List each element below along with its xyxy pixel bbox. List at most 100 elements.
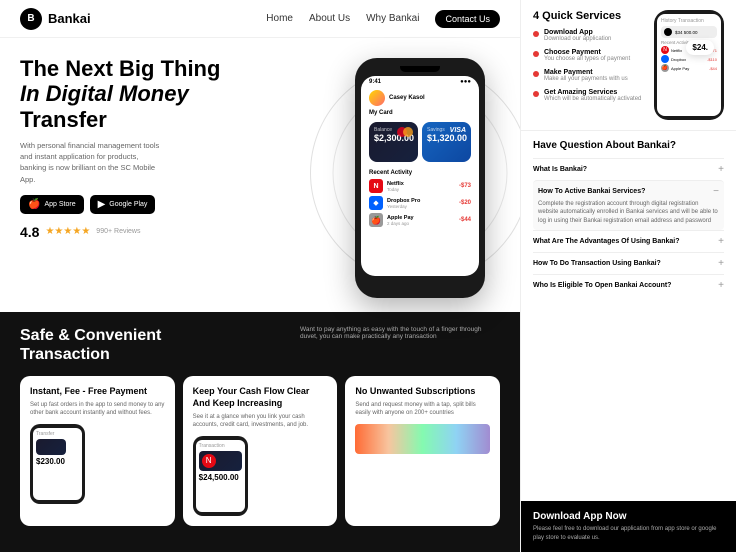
faq-5-question[interactable]: Who Is Eligible To Open Bankai Account? … [533, 280, 724, 291]
service4-desc: Which will be automatically activated [544, 96, 641, 104]
faq-2-answer: Complete the registration account throug… [538, 200, 718, 225]
service-dot-4 [533, 91, 539, 97]
feature1-title: Instant, Fee - Free Payment [30, 386, 165, 398]
amount-badge: $24. [686, 40, 714, 55]
feature2-amount: $24,500.00 [199, 473, 242, 482]
faq-5-expand-icon[interactable]: + [718, 280, 724, 291]
netflix-amount: -$73 [459, 183, 471, 189]
service2-label: Choose Payment [544, 49, 630, 56]
faq-2-collapse-icon[interactable]: − [713, 186, 719, 197]
hero-description: With personal financial management tools… [20, 140, 160, 185]
service1-desc: Download our application [544, 36, 611, 44]
hero-text: The Next Big Thing In Digital Money Tran… [20, 52, 330, 298]
feature3-desc: Send and request money with a tap, split… [355, 401, 490, 418]
service-dot-1 [533, 31, 539, 37]
feature1-amount: $230.00 [36, 457, 79, 466]
feature-card-1: Instant, Fee - Free Payment Set up fast … [20, 376, 175, 525]
faq-2-text: How To Active Bankai Services? [538, 188, 645, 195]
service1-label: Download App [544, 29, 611, 36]
service2-desc: You choose all types of payment [544, 56, 630, 64]
faq-4-text: How To Do Transaction Using Bankai? [533, 260, 661, 267]
faq-3: What Are The Advantages Of Using Bankai?… [533, 230, 724, 252]
rating-count: 990+ Reviews [96, 228, 140, 235]
download-cta: Download App Now Please feel free to dow… [521, 501, 736, 552]
rating-number: 4.8 [20, 224, 39, 240]
card-section: Balance $2,300.00 Savings $1,320.00 [361, 118, 479, 166]
nav-home[interactable]: Home [266, 13, 293, 24]
feature1-phone: Transfer $230.00 [30, 424, 85, 504]
service-dot-3 [533, 71, 539, 77]
dark-section: Safe & Convenient Transaction Want to pa… [0, 312, 520, 552]
rating-section: 4.8 ★★★★★ 990+ Reviews [20, 224, 330, 240]
feature1-screen: Transfer $230.00 [33, 428, 82, 500]
apple-amount: -$44 [459, 217, 471, 223]
netflix-icon: N [369, 179, 383, 193]
service3-label: Make Payment [544, 69, 628, 76]
faq-section: Have Question About Bankai? What Is Bank… [521, 131, 736, 501]
feature1-desc: Set up fast orders in the app to send mo… [30, 401, 165, 418]
download-cta-desc: Please feel free to download our applica… [533, 525, 724, 542]
service-dot-2 [533, 51, 539, 57]
visa-icon: VISA [450, 127, 466, 134]
faq-5-text: Who Is Eligible To Open Bankai Account? [533, 282, 671, 289]
service-4: Get Amazing Services Which will be autom… [533, 89, 646, 104]
dark-section-title: Safe & Convenient Transaction [20, 326, 161, 364]
quick-services: 4 Quick Services Download App Download o… [521, 0, 736, 131]
nav-about[interactable]: About Us [309, 13, 350, 24]
recent-activity: Recent Activity N Netflix Today -$73 [361, 166, 479, 234]
apple-store-icon: 🍎 [28, 199, 40, 210]
feature2-phone: Transaction N $24,500.00 [193, 436, 248, 516]
faq-4-question[interactable]: How To Do Transaction Using Bankai? + [533, 258, 724, 269]
faq-title: Have Question About Bankai? [533, 139, 724, 152]
service-1: Download App Download our application [533, 29, 646, 44]
dropbox-amount: -$20 [459, 200, 471, 206]
feature-card-3: No Unwanted Subscriptions Send and reque… [345, 376, 500, 525]
phone-username: Casey Kasol [389, 95, 425, 101]
service3-desc: Make all your payments with us [544, 76, 628, 84]
faq-1: What Is Bankai? + [533, 158, 724, 180]
feature2-title: Keep Your Cash Flow Clear And Keep Incre… [193, 386, 328, 409]
right-sidebar: 4 Quick Services Download App Download o… [520, 0, 736, 552]
logo-circle: B [20, 8, 42, 30]
nav-why[interactable]: Why Bankai [366, 13, 419, 24]
feature3-title: No Unwanted Subscriptions [355, 386, 490, 398]
play-store-button[interactable]: ▶ Google Play [90, 195, 156, 214]
transaction-dropbox: ◆ Dropbox Pro Yesterday -$20 [369, 196, 471, 210]
nav-links: Home About Us Why Bankai Contact Us [266, 10, 500, 28]
service-3: Make Payment Make all your payments with… [533, 69, 646, 84]
contact-button[interactable]: Contact Us [435, 10, 500, 28]
app-store-button[interactable]: 🍎 App Store [20, 195, 84, 214]
faq-1-expand-icon[interactable]: + [718, 164, 724, 175]
faq-3-text: What Are The Advantages Of Using Bankai? [533, 238, 680, 245]
main-section: B Bankai Home About Us Why Bankai Contac… [0, 0, 520, 552]
faq-3-question[interactable]: What Are The Advantages Of Using Bankai?… [533, 236, 724, 247]
phone-statusbar: 9:41 ●●● [361, 76, 479, 88]
download-cta-title: Download App Now [533, 511, 724, 522]
apple-pay-icon: 🍎 [369, 213, 383, 227]
phone-header: Casey Kasol [361, 88, 479, 108]
navbar: B Bankai Home About Us Why Bankai Contac… [0, 0, 520, 38]
faq-1-question[interactable]: What Is Bankai? + [533, 164, 724, 175]
hero-phone-mockup: 9:41 ●●● Casey Kasol My Card Balance $2,… [340, 48, 500, 298]
dark-section-desc: Want to pay anything as easy with the to… [300, 326, 500, 340]
faq-3-expand-icon[interactable]: + [718, 236, 724, 247]
store-buttons: 🍎 App Store ▶ Google Play [20, 195, 330, 214]
brand-name: Bankai [48, 11, 91, 26]
card-dark: Balance $2,300.00 [369, 122, 418, 162]
hero-title: The Next Big Thing In Digital Money Tran… [20, 56, 330, 132]
card-light: Savings $1,320.00 VISA [422, 122, 471, 162]
faq-2-question[interactable]: How To Active Bankai Services? − [538, 186, 719, 197]
star-icons: ★★★★★ [45, 226, 90, 237]
phone-screen: 9:41 ●●● Casey Kasol My Card Balance $2,… [361, 76, 479, 276]
transaction-apple: 🍎 Apple Pay 2 days ago -$44 [369, 213, 471, 227]
feature-cards: Instant, Fee - Free Payment Set up fast … [20, 376, 500, 525]
service4-label: Get Amazing Services [544, 89, 641, 96]
transaction-netflix: N Netflix Today -$73 [369, 179, 471, 193]
phone-notch [400, 66, 440, 72]
feature2-screen: Transaction N $24,500.00 [196, 440, 245, 512]
card2-amount: $1,320.00 [427, 133, 466, 143]
faq-4: How To Do Transaction Using Bankai? + [533, 252, 724, 274]
service-2: Choose Payment You choose all types of p… [533, 49, 646, 64]
faq-4-expand-icon[interactable]: + [718, 258, 724, 269]
hero-section: The Next Big Thing In Digital Money Tran… [0, 38, 520, 312]
